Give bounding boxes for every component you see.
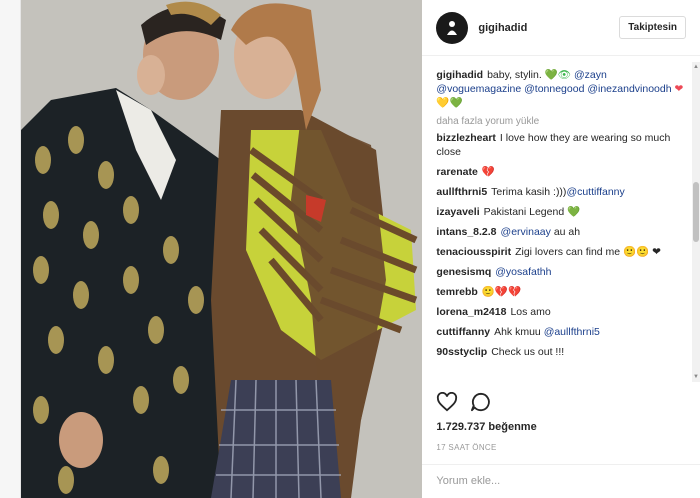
comment-item: bizzlezheart I love how they are wearing … [436, 131, 686, 159]
comments-list: gigihadid baby, stylin. 💚👁 @zayn @voguema… [422, 62, 700, 382]
post-timestamp: 17 SAAT ÖNCE [436, 443, 497, 452]
post-actions [436, 391, 492, 415]
comment-username[interactable]: izayaveli [436, 206, 479, 218]
mention-link[interactable]: @inezandvinoodh [587, 83, 671, 95]
comment-username[interactable]: temrebb [436, 286, 477, 298]
comment-username[interactable]: intans_8.2.8 [436, 226, 496, 238]
comment-username[interactable]: bizzlezheart [436, 132, 496, 144]
following-button[interactable]: Takiptesin [619, 16, 686, 39]
comment-item: temrebb 🙂💔💔 [436, 285, 686, 299]
comment-username[interactable]: rarenate [436, 166, 477, 178]
comment-text: Check us out !!! [491, 346, 565, 358]
caption: gigihadid baby, stylin. 💚👁 @zayn @voguema… [436, 68, 686, 110]
comment-text: Zigi lovers can find me 🙂🙂 ❤ [515, 246, 661, 258]
comment-text: au ah [553, 226, 581, 238]
mention-link[interactable]: @aullfthrni5 [544, 326, 600, 338]
mention-link[interactable]: @tonnegood [524, 83, 584, 95]
comment-text: Terima kasih :))) [491, 186, 567, 198]
comment-username[interactable]: tenaciousspirit [436, 246, 511, 258]
comment-item: intans_8.2.8 @ervinaay au ah [436, 225, 686, 239]
comment-item: lorena_m2418 Los amo [436, 305, 686, 319]
photo-illustration [21, 0, 423, 498]
load-more-comments-link[interactable]: daha fazla yorum yükle [436, 116, 686, 127]
post-header: gigihadid Takiptesin [422, 0, 700, 56]
add-comment-bar [422, 464, 700, 498]
comment-username[interactable]: genesismq [436, 266, 491, 278]
comment-username[interactable]: cuttiffanny [436, 326, 490, 338]
comment-text: Pakistani Legend [483, 206, 565, 218]
mention-link[interactable]: @voguemagazine [436, 83, 521, 95]
comment-bubble-icon[interactable] [470, 392, 492, 415]
caption-username[interactable]: gigihadid [436, 69, 483, 81]
avatar[interactable] [436, 11, 469, 44]
post-frame: gigihadid Takiptesin gigihadid baby, styl… [20, 0, 700, 498]
comment-text: Los amo [510, 306, 551, 318]
scroll-up-arrow-icon[interactable]: ▲ [693, 64, 699, 70]
heart-outline-icon[interactable] [436, 391, 458, 415]
comment-emoji: 💚 [567, 206, 581, 218]
mention-link[interactable]: @cuttiffanny [566, 186, 624, 198]
comment-item: izayaveli Pakistani Legend 💚 [436, 205, 686, 219]
comment-item: aullfthrni5 Terima kasih :)))@cuttiffanny [436, 185, 686, 199]
comment-item: genesismq @yosafathh [436, 265, 686, 279]
comment-text: 💔 [481, 166, 495, 178]
mention-link[interactable]: @ervinaay [501, 226, 551, 238]
comment-item: cuttiffanny Ahk kmuu @aullfthrni5 [436, 325, 686, 339]
likes-count[interactable]: 1.729.737 beğenme [436, 421, 536, 433]
scroll-thumb[interactable] [693, 182, 699, 242]
comment-username[interactable]: 90sstyclip [436, 346, 487, 358]
comment-username[interactable]: lorena_m2418 [436, 306, 506, 318]
caption-text: baby, stylin. [487, 69, 545, 81]
comment-text: Ahk kmuu [494, 326, 541, 338]
comment-item: 90sstyclip Check us out !!! [436, 345, 686, 359]
mention-link[interactable]: @yosafathh [495, 266, 551, 278]
mention-link[interactable]: @zayn [574, 69, 607, 81]
comments-scrollbar[interactable]: ▲ ▼ [692, 62, 700, 382]
comment-item: rarenate 💔 [436, 165, 686, 179]
header-username[interactable]: gigihadid [478, 22, 619, 34]
comment-username[interactable]: aullfthrni5 [436, 186, 487, 198]
add-comment-input[interactable] [436, 475, 687, 487]
post-side-panel: gigihadid Takiptesin gigihadid baby, styl… [422, 0, 700, 498]
comment-text: 🙂💔💔 [481, 286, 522, 298]
profile-silhouette-icon [447, 20, 458, 35]
scroll-down-arrow-icon[interactable]: ▼ [693, 374, 699, 380]
post-photo[interactable] [21, 0, 423, 498]
caption-emoji: 💚👁 [544, 69, 574, 81]
comment-item: tenaciousspirit Zigi lovers can find me 🙂… [436, 245, 686, 259]
